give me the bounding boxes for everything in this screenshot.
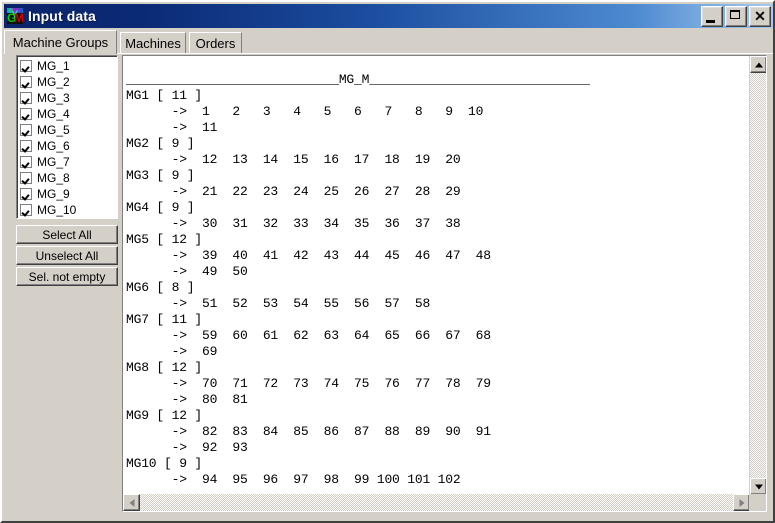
maximize-icon <box>730 9 740 19</box>
checkbox-mg-10[interactable] <box>20 204 32 216</box>
app-logo-icon[interactable]: Y G M <box>7 8 23 24</box>
select-not-empty-label: Sel. not empty <box>28 269 106 284</box>
scroll-up-button[interactable] <box>750 56 766 73</box>
report-text-viewport: ____________________________MG_M________… <box>123 56 750 495</box>
list-item[interactable]: MG_3 <box>20 90 117 106</box>
horizontal-scroll-track[interactable] <box>140 494 733 511</box>
list-item[interactable]: MG_8 <box>20 170 117 186</box>
select-not-empty-button[interactable]: Sel. not empty <box>16 267 118 286</box>
app-logo-glyph-m: M <box>14 11 23 24</box>
scroll-up-arrow-icon <box>754 62 763 67</box>
checkbox-mg-3[interactable] <box>20 92 32 104</box>
horizontal-scrollbar[interactable] <box>123 494 750 511</box>
unselect-all-label: Unselect All <box>35 248 99 263</box>
list-item-label: MG_1 <box>37 59 70 73</box>
scrollbar-corner <box>749 494 766 511</box>
maximize-button[interactable] <box>725 5 747 27</box>
minimize-icon <box>706 19 715 23</box>
unselect-all-button[interactable]: Unselect All <box>16 246 118 265</box>
report-text-area[interactable]: ____________________________MG_M________… <box>122 55 767 512</box>
list-item[interactable]: MG_7 <box>20 154 117 170</box>
list-item-label: MG_3 <box>37 91 70 105</box>
machine-groups-panel: MG_1 MG_2 MG_3 MG_4 MG_5 MG_6 MG_7 MG_8 … <box>10 55 118 287</box>
list-item[interactable]: MG_4 <box>20 106 117 122</box>
checkbox-mg-5[interactable] <box>20 124 32 136</box>
vertical-scroll-track[interactable] <box>750 73 766 478</box>
tab-machine-groups[interactable]: Machine Groups <box>4 30 117 54</box>
checkbox-mg-7[interactable] <box>20 156 32 168</box>
window-title: Input data <box>28 8 96 24</box>
list-item[interactable]: MG_9 <box>20 186 117 202</box>
list-item-label: MG_4 <box>37 107 70 121</box>
report-text-content: ____________________________MG_M________… <box>126 72 590 495</box>
machine-groups-checklist[interactable]: MG_1 MG_2 MG_3 MG_4 MG_5 MG_6 MG_7 MG_8 … <box>16 55 118 219</box>
scroll-left-arrow-icon <box>129 498 134 507</box>
list-item-label: MG_9 <box>37 187 70 201</box>
close-icon: ✕ <box>754 8 766 24</box>
scroll-right-arrow-icon <box>739 498 744 507</box>
scroll-down-arrow-icon <box>754 484 763 489</box>
tab-strip: Machine Groups Machines Orders <box>4 30 773 54</box>
select-all-button[interactable]: Select All <box>16 225 118 244</box>
list-item-label: MG_8 <box>37 171 70 185</box>
select-all-label: Select All <box>42 227 92 242</box>
client-area: MG_1 MG_2 MG_3 MG_4 MG_5 MG_6 MG_7 MG_8 … <box>4 53 773 521</box>
checkbox-mg-8[interactable] <box>20 172 32 184</box>
list-item-label: MG_2 <box>37 75 70 89</box>
tab-machine-groups-label: Machine Groups <box>12 35 109 50</box>
scroll-right-button[interactable] <box>733 494 750 511</box>
checkbox-mg-1[interactable] <box>20 60 32 72</box>
tab-orders-label: Orders <box>195 35 236 51</box>
close-button[interactable]: ✕ <box>749 5 771 27</box>
tab-orders[interactable]: Orders <box>189 32 242 53</box>
list-item-label: MG_10 <box>37 203 77 217</box>
input-data-window: Y G M Input data ✕ Machine Groups Machin… <box>0 0 775 523</box>
checkbox-mg-4[interactable] <box>20 108 32 120</box>
list-item[interactable]: MG_2 <box>20 74 117 90</box>
list-item[interactable]: MG_10 <box>20 202 117 218</box>
list-item[interactable]: MG_5 <box>20 122 117 138</box>
list-item-label: MG_7 <box>37 155 70 169</box>
list-item[interactable]: MG_6 <box>20 138 117 154</box>
tab-machines[interactable]: Machines <box>120 32 186 53</box>
checkbox-mg-2[interactable] <box>20 76 32 88</box>
checkbox-mg-9[interactable] <box>20 188 32 200</box>
scroll-left-button[interactable] <box>123 494 140 511</box>
tab-machines-label: Machines <box>125 35 181 51</box>
scroll-down-button[interactable] <box>750 478 766 495</box>
vertical-scrollbar[interactable] <box>749 56 766 495</box>
list-item-label: MG_6 <box>37 139 70 153</box>
list-item[interactable]: MG_1 <box>20 58 117 74</box>
checkbox-mg-6[interactable] <box>20 140 32 152</box>
window-controls: ✕ <box>701 5 771 27</box>
list-item-label: MG_5 <box>37 123 70 137</box>
title-bar[interactable]: Y G M Input data ✕ <box>4 4 773 28</box>
minimize-button[interactable] <box>701 5 723 27</box>
